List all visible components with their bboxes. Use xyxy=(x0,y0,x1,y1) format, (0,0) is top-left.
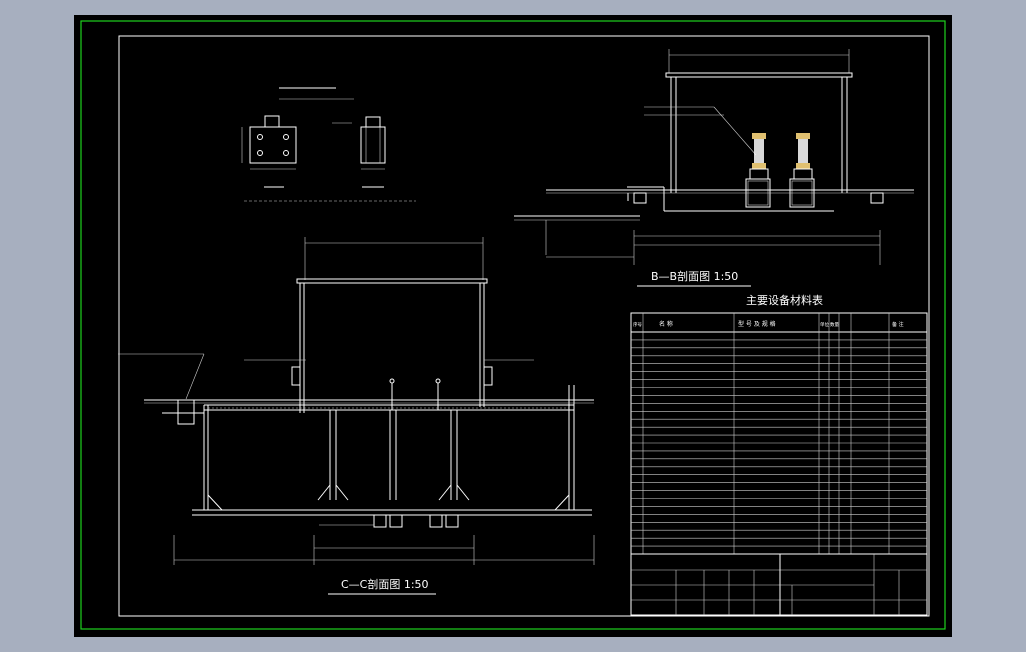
table-header-spec: 型 号 及 规 格 xyxy=(738,320,776,328)
drawing-border xyxy=(118,35,930,617)
section-bb-title: B—B剖面图 1:50 xyxy=(651,269,738,283)
section-cc-title: C—C剖面图 1:50 xyxy=(341,577,429,591)
material-table xyxy=(630,312,928,616)
table-header-qty: 数量 xyxy=(830,321,839,328)
section-bb-drawing xyxy=(514,49,914,287)
section-cc-drawing xyxy=(118,237,595,595)
table-header-index: 序号 xyxy=(633,321,642,328)
cad-drawing-viewport[interactable]: B—B剖面图 1:50 C—C剖面图 1:50 主要设备材料表 序号 名 称 型… xyxy=(74,15,952,637)
anchor-detail xyxy=(241,87,416,202)
table-header-unit: 单位 xyxy=(820,321,829,328)
table-header-name: 名 称 xyxy=(659,320,673,328)
material-table-header: 序号 名 称 型 号 及 规 格 单位 数量 备 注 xyxy=(633,320,904,328)
material-table-title: 主要设备材料表 xyxy=(746,293,823,307)
outer-sheet-frame xyxy=(80,20,946,630)
table-header-remark: 备 注 xyxy=(892,321,904,328)
cad-drawing-sheet: B—B剖面图 1:50 C—C剖面图 1:50 主要设备材料表 序号 名 称 型… xyxy=(80,20,946,630)
